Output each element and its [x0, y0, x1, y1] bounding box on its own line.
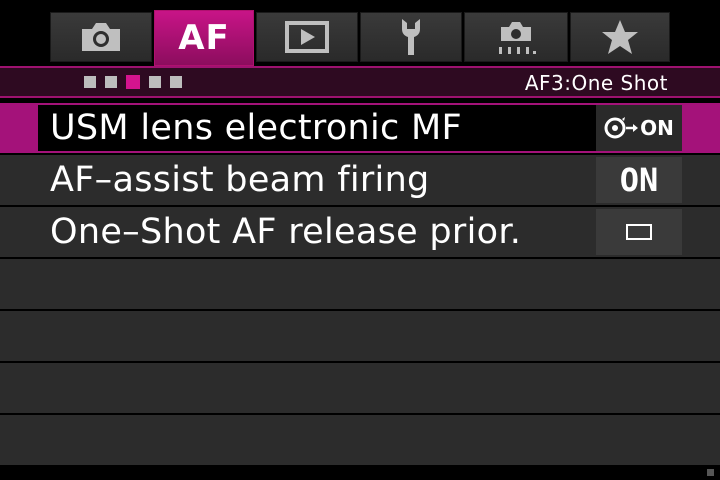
empty-menu-row — [0, 363, 720, 415]
page-dot — [105, 76, 117, 88]
page-dot — [149, 76, 161, 88]
menu-item-af-assist-beam-firing[interactable]: AF–assist beam firing ON — [0, 155, 720, 207]
menu-sub-header: AF3:One Shot — [0, 66, 720, 98]
page-dot-current — [126, 75, 140, 89]
menu-item-value[interactable] — [596, 209, 682, 255]
tab-shooting[interactable] — [50, 12, 152, 62]
menu-item-value[interactable]: ON — [596, 157, 682, 203]
menu-tab-bar: AF — [0, 0, 720, 66]
wrench-icon — [394, 17, 428, 57]
tab-custom-functions[interactable] — [464, 12, 568, 62]
camera-icon — [78, 19, 124, 55]
page-indicator — [84, 75, 191, 89]
page-dot — [84, 76, 96, 88]
menu-item-label: USM lens electronic MF — [50, 108, 462, 148]
empty-menu-row — [0, 311, 720, 363]
menu-item-usm-lens-electronic-mf[interactable]: USM lens electronic MF ON — [0, 103, 720, 155]
page-dot — [170, 76, 182, 88]
menu-item-one-shot-af-release-priority[interactable]: One–Shot AF release prior. — [0, 207, 720, 259]
page-title: AF3:One Shot — [524, 71, 668, 95]
star-icon — [600, 18, 640, 56]
tab-af-label: AF — [178, 18, 230, 58]
custom-camera-icon — [493, 17, 539, 57]
menu-item-label: AF–assist beam firing — [50, 160, 430, 200]
tab-my-menu[interactable] — [570, 12, 670, 62]
empty-menu-row — [0, 259, 720, 311]
lens-focus-arrow-icon: ON — [604, 115, 674, 141]
menu-item-value-text: ON — [619, 161, 659, 199]
empty-menu-row — [0, 415, 720, 467]
tab-playback[interactable] — [256, 12, 358, 62]
menu-item-label: One–Shot AF release prior. — [50, 212, 522, 252]
menu-item-value[interactable]: ON — [596, 105, 682, 151]
playback-icon — [284, 20, 330, 54]
tab-setup[interactable] — [360, 12, 462, 62]
menu-item-value-text: ON — [640, 116, 674, 140]
corner-indicator — [707, 469, 714, 476]
focus-frame-icon — [626, 224, 652, 240]
tab-af[interactable]: AF — [154, 10, 254, 66]
